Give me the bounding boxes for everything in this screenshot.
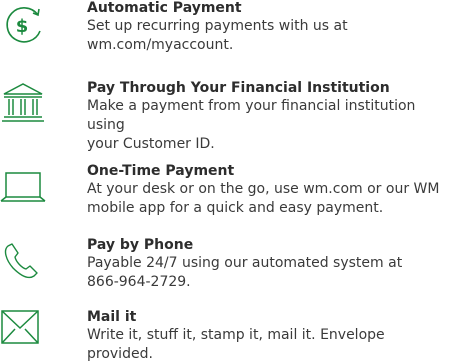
bank-icon bbox=[0, 82, 46, 122]
option-description-line: mobile app for a quick and easy payment. bbox=[87, 200, 384, 216]
option-description-line: Set up recurring payments with us at bbox=[87, 18, 348, 34]
option-title: One-Time Payment bbox=[87, 163, 235, 179]
payment-options-list: $ Automatic Payment Set up recurring pay… bbox=[0, 0, 456, 362]
option-description: Make a payment from your financial insti… bbox=[87, 97, 453, 154]
dollar-refresh-icon: $ bbox=[0, 4, 46, 44]
envelope-icon bbox=[0, 309, 46, 349]
option-description: At your desk or on the go, use wm.com or… bbox=[87, 180, 453, 218]
option-description-line: 866-964-2729. bbox=[87, 274, 191, 290]
option-title: Mail it bbox=[87, 309, 137, 325]
option-description-line: At your desk or on the go, use wm.com or… bbox=[87, 181, 440, 197]
svg-text:$: $ bbox=[16, 16, 29, 37]
option-description: Set up recurring payments with us at wm.… bbox=[87, 17, 453, 55]
option-description-line: your Customer ID. bbox=[87, 136, 215, 152]
phone-icon bbox=[0, 240, 46, 280]
option-title: Automatic Payment bbox=[87, 0, 242, 16]
option-title: Pay Through Your Financial Institution bbox=[87, 80, 390, 96]
option-description: Payable 24/7 using our automated system … bbox=[87, 254, 453, 292]
laptop-icon bbox=[0, 169, 46, 209]
option-title: Pay by Phone bbox=[87, 237, 194, 253]
option-description-line: Write it, stuff it, stamp it, mail it. E… bbox=[87, 327, 385, 362]
option-description-line: wm.com/myaccount. bbox=[87, 37, 234, 53]
option-description-line: Make a payment from your financial insti… bbox=[87, 98, 416, 133]
option-description: Write it, stuff it, stamp it, mail it. E… bbox=[87, 326, 453, 364]
option-description-line: Payable 24/7 using our automated system … bbox=[87, 255, 403, 271]
